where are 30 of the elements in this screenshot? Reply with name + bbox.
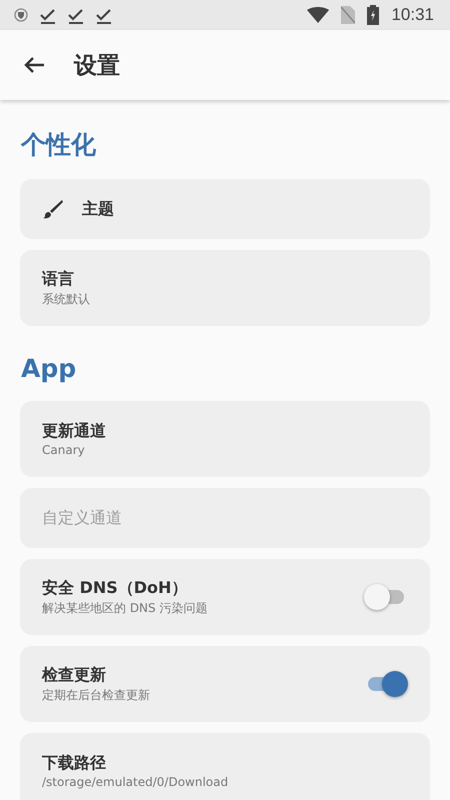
settings-item[interactable]: 下载路径 /storage/emulated/0/Download: [20, 733, 430, 800]
clock-time: 10:31: [391, 5, 434, 25]
brush-icon: [42, 198, 64, 220]
item-title: 更新通道: [42, 421, 107, 442]
no-sim-icon: [341, 6, 356, 24]
wifi-icon: [307, 7, 330, 23]
item-title: 检查更新: [42, 664, 107, 686]
item-title: 安全 DNS（DoH）: [42, 578, 188, 598]
item-title: 自定义通道: [42, 508, 123, 528]
page-title: 设置: [74, 52, 120, 80]
settings-item[interactable]: 语言 系统默认: [20, 250, 430, 326]
shield-icon: [14, 8, 28, 22]
settings-item[interactable]: 安全 DNS（DoH） 解决某些地区的 DNS 污染问题: [20, 559, 430, 635]
settings-item[interactable]: 检查更新 定期在后台检查更新: [20, 646, 430, 722]
item-title: 下载路径: [42, 753, 107, 774]
item-subtitle: Canary: [42, 443, 86, 457]
section-heading: 个性化: [21, 129, 97, 161]
settings-item[interactable]: 更新通道 Canary: [20, 401, 430, 477]
item-title: 语言: [42, 268, 75, 290]
item-subtitle: 系统默认: [42, 290, 91, 308]
settings-item[interactable]: 主题: [20, 179, 430, 239]
download-done-icon: [40, 6, 56, 24]
download-done-icon: [96, 6, 112, 24]
battery-icon: [367, 5, 380, 25]
item-subtitle: 定期在后台检查更新: [42, 686, 151, 704]
item-title: 主题: [82, 198, 115, 220]
section-heading: App: [21, 354, 78, 383]
item-subtitle: /storage/emulated/0/Download: [42, 775, 230, 789]
download-done-icon: [68, 6, 84, 24]
item-subtitle: 解决某些地区的 DNS 污染问题: [42, 600, 208, 616]
